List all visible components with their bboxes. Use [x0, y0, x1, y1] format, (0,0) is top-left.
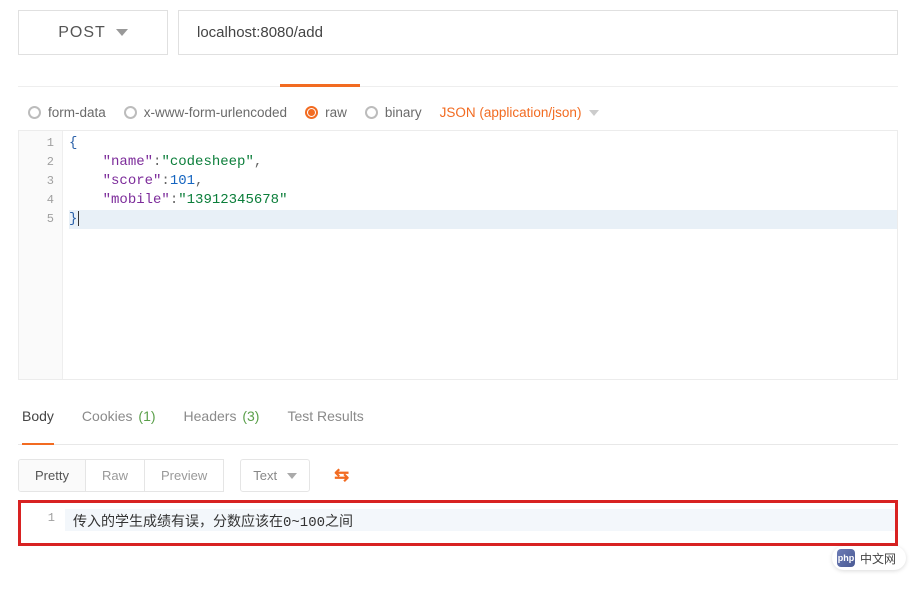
http-method-select[interactable]: POST	[18, 10, 168, 55]
radio-raw[interactable]: raw	[305, 105, 347, 120]
radio-icon	[305, 106, 318, 119]
response-line-number: 1	[21, 509, 65, 531]
content-type-select[interactable]: JSON (application/json)	[440, 105, 600, 120]
code-line: }	[69, 210, 897, 229]
view-mode-tabs: Pretty Raw Preview	[18, 459, 224, 492]
code-line: "name":"codesheep",	[69, 153, 897, 172]
radio-binary[interactable]: binary	[365, 105, 422, 120]
watermark-text: 中文网	[860, 550, 896, 567]
line-number: 4	[19, 191, 54, 210]
line-number: 5	[19, 210, 54, 229]
editor-gutter: 1 2 3 4 5	[19, 131, 63, 379]
tab-cookies[interactable]: Cookies (1)	[82, 408, 156, 434]
radio-icon	[365, 106, 378, 119]
response-tabs: Body Cookies (1) Headers (3) Test Result…	[18, 398, 898, 445]
content-type-label: JSON (application/json)	[440, 105, 582, 120]
request-tabs-underline	[18, 75, 898, 87]
tab-headers[interactable]: Headers (3)	[184, 408, 260, 434]
cursor-icon	[78, 211, 79, 226]
tab-test-results[interactable]: Test Results	[287, 408, 363, 434]
radio-x-www-form-urlencoded[interactable]: x-www-form-urlencoded	[124, 105, 287, 120]
radio-label: binary	[385, 105, 422, 120]
chevron-down-icon	[116, 29, 128, 36]
view-pretty[interactable]: Pretty	[19, 460, 86, 491]
tab-body[interactable]: Body	[22, 408, 54, 445]
wrap-lines-icon[interactable]: ⇆	[326, 461, 357, 490]
radio-label: form-data	[48, 105, 106, 120]
code-line: "score":101,	[69, 172, 897, 191]
radio-label: x-www-form-urlencoded	[144, 105, 287, 120]
radio-icon	[124, 106, 137, 119]
request-body-editor[interactable]: 1 2 3 4 5 { "name":"codesheep", "score":…	[18, 130, 898, 380]
code-line: {	[69, 134, 897, 153]
url-input[interactable]: localhost:8080/add	[178, 10, 898, 55]
response-highlight-box: 1 传入的学生成绩有误，分数应该在0~100之间	[18, 500, 898, 546]
body-type-row: form-data x-www-form-urlencoded raw bina…	[28, 105, 898, 120]
chevron-down-icon	[589, 110, 599, 116]
response-body: 1 传入的学生成绩有误，分数应该在0~100之间	[21, 509, 895, 531]
line-number: 2	[19, 153, 54, 172]
response-text[interactable]: 传入的学生成绩有误，分数应该在0~100之间	[65, 509, 895, 531]
http-method-value: POST	[58, 24, 106, 42]
radio-form-data[interactable]: form-data	[28, 105, 106, 120]
response-view-controls: Pretty Raw Preview Text ⇆	[18, 459, 898, 492]
radio-icon	[28, 106, 41, 119]
chevron-down-icon	[287, 473, 297, 479]
line-number: 1	[19, 134, 54, 153]
view-raw[interactable]: Raw	[86, 460, 145, 491]
view-preview[interactable]: Preview	[145, 460, 223, 491]
response-format-select[interactable]: Text	[240, 459, 310, 492]
watermark-badge: php 中文网	[832, 546, 906, 570]
editor-code[interactable]: { "name":"codesheep", "score":101, "mobi…	[63, 131, 897, 379]
line-number: 3	[19, 172, 54, 191]
code-line: "mobile":"13912345678"	[69, 191, 897, 210]
format-label: Text	[253, 468, 277, 483]
php-logo-icon: php	[837, 549, 855, 567]
url-value: localhost:8080/add	[197, 24, 323, 41]
radio-label: raw	[325, 105, 347, 120]
